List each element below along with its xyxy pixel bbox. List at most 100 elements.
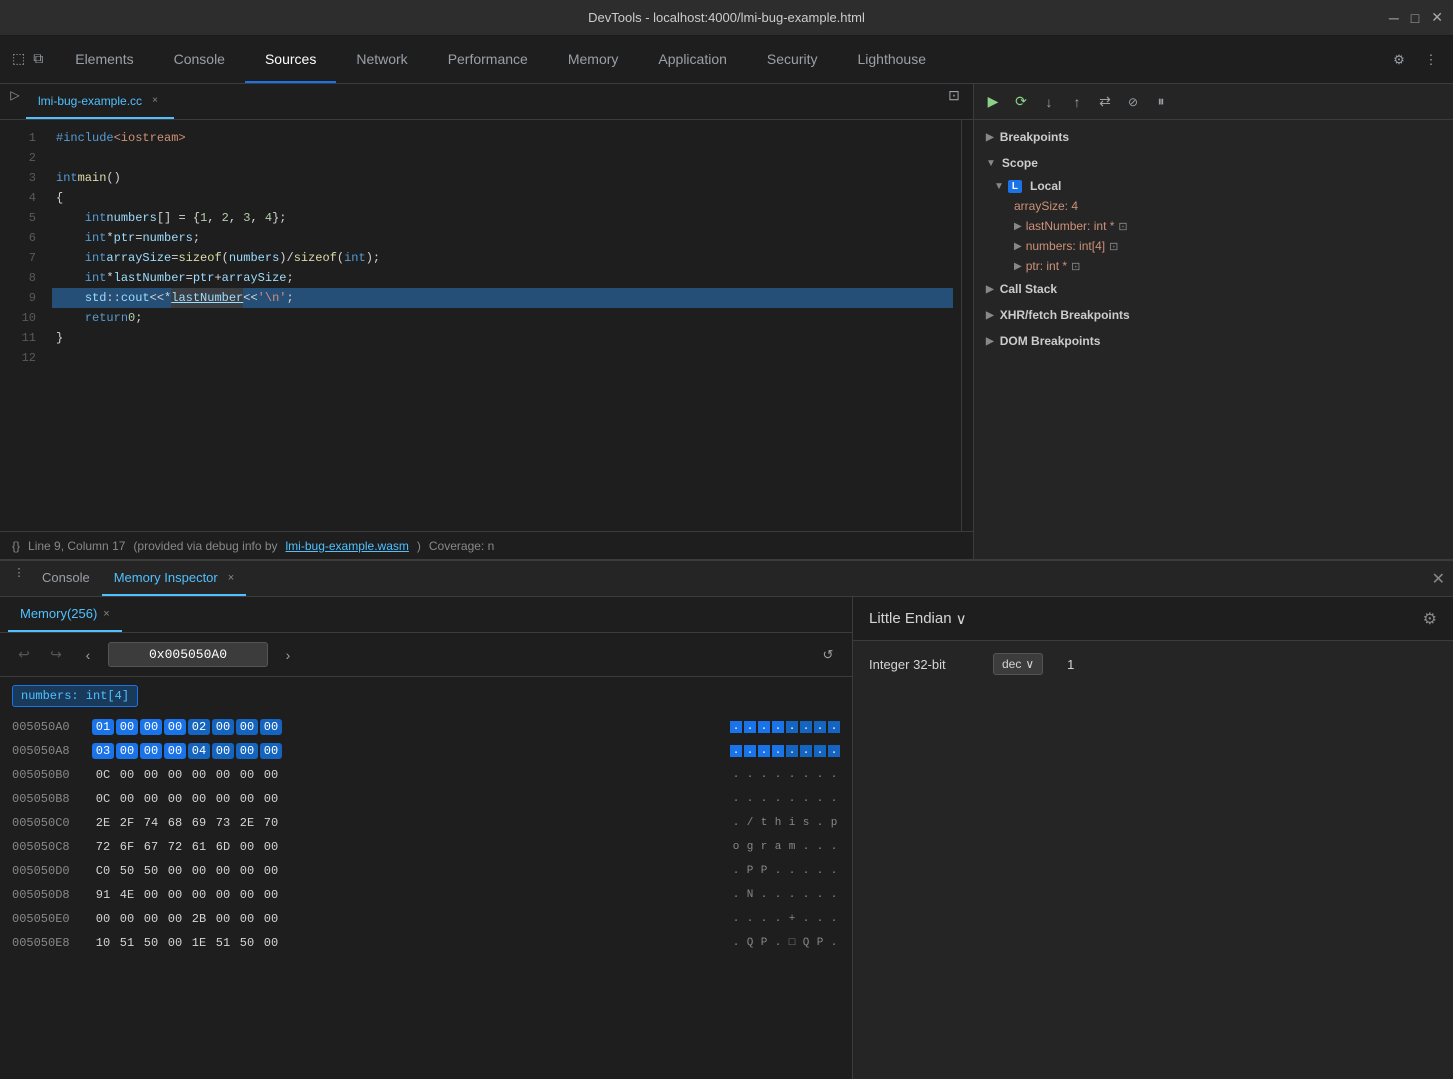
hex-byte[interactable]: 51 bbox=[212, 936, 234, 950]
memory-subtab-256[interactable]: Memory(256) × bbox=[8, 597, 122, 632]
hex-byte[interactable]: 73 bbox=[212, 816, 234, 830]
hex-byte[interactable]: 10 bbox=[92, 936, 114, 950]
arraysize-item[interactable]: arraySize: 4 bbox=[974, 196, 1453, 216]
tab-console-bottom[interactable]: Console bbox=[30, 561, 102, 596]
file-tab-close[interactable]: × bbox=[148, 94, 162, 108]
hex-byte[interactable]: 61 bbox=[188, 840, 210, 854]
numbers-item[interactable]: ▶ numbers: int[4] ⊡ bbox=[974, 236, 1453, 256]
tab-security[interactable]: Security bbox=[747, 36, 838, 83]
hex-byte[interactable]: 00 bbox=[236, 888, 258, 902]
tab-application[interactable]: Application bbox=[638, 36, 747, 83]
hex-byte[interactable]: 00 bbox=[236, 840, 258, 854]
hex-byte[interactable]: 00 bbox=[260, 719, 282, 735]
memory-refresh-button[interactable]: ↺ bbox=[816, 643, 840, 667]
hex-byte[interactable]: 00 bbox=[116, 792, 138, 806]
tab-lighthouse[interactable]: Lighthouse bbox=[837, 36, 946, 83]
callstack-section[interactable]: ▶ Call Stack bbox=[974, 276, 1453, 302]
scope-section[interactable]: ▼ Scope bbox=[974, 150, 1453, 176]
hex-byte[interactable]: 72 bbox=[92, 840, 114, 854]
hex-byte[interactable]: 03 bbox=[92, 743, 114, 759]
memory-inspector-close[interactable]: × bbox=[228, 572, 234, 584]
minimize-icon[interactable]: ─ bbox=[1389, 10, 1399, 26]
breakpoints-section[interactable]: ▶ Breakpoints bbox=[974, 124, 1453, 150]
hex-byte[interactable]: 00 bbox=[164, 743, 186, 759]
hex-byte[interactable]: 50 bbox=[236, 936, 258, 950]
hex-byte[interactable]: 00 bbox=[212, 792, 234, 806]
tab-elements[interactable]: Elements bbox=[55, 36, 153, 83]
tab-memory-inspector[interactable]: Memory Inspector × bbox=[102, 561, 246, 596]
hex-byte[interactable]: 00 bbox=[236, 792, 258, 806]
bottom-panel-toggle[interactable]: ⋮ bbox=[8, 561, 30, 583]
hex-byte[interactable]: 00 bbox=[116, 768, 138, 782]
resume-button[interactable]: ▶ bbox=[982, 91, 1004, 113]
hex-byte[interactable]: 00 bbox=[164, 768, 186, 782]
hex-byte[interactable]: 00 bbox=[164, 792, 186, 806]
hex-byte[interactable]: 0C bbox=[92, 792, 114, 806]
hex-byte[interactable]: 04 bbox=[188, 743, 210, 759]
hex-byte[interactable]: 50 bbox=[140, 936, 162, 950]
hex-byte[interactable]: 2B bbox=[188, 912, 210, 926]
tab-console[interactable]: Console bbox=[154, 36, 245, 83]
hex-byte[interactable]: 00 bbox=[260, 864, 282, 878]
memory-back-button[interactable]: ↩ bbox=[12, 643, 36, 667]
maximize-icon[interactable]: □ bbox=[1411, 10, 1419, 26]
hex-byte[interactable]: 2E bbox=[236, 816, 258, 830]
more-icon[interactable]: ⋮ bbox=[1417, 46, 1445, 74]
hex-byte[interactable]: 00 bbox=[236, 743, 258, 759]
hex-byte[interactable]: 00 bbox=[164, 719, 186, 735]
hex-byte[interactable]: 00 bbox=[164, 888, 186, 902]
hex-byte[interactable]: 70 bbox=[260, 816, 282, 830]
hex-byte[interactable]: 00 bbox=[236, 912, 258, 926]
hex-byte[interactable]: 00 bbox=[236, 864, 258, 878]
hex-byte[interactable]: 00 bbox=[212, 888, 234, 902]
hex-byte[interactable]: 50 bbox=[116, 864, 138, 878]
hex-byte[interactable]: 00 bbox=[188, 792, 210, 806]
dom-section[interactable]: ▶ DOM Breakpoints bbox=[974, 328, 1453, 354]
hex-byte[interactable]: 00 bbox=[212, 912, 234, 926]
cursor-icon[interactable]: ⬚ bbox=[12, 50, 25, 67]
hex-byte[interactable]: 74 bbox=[140, 816, 162, 830]
hex-byte[interactable]: 72 bbox=[164, 840, 186, 854]
hex-byte[interactable]: 00 bbox=[164, 864, 186, 878]
hex-byte[interactable]: 50 bbox=[140, 864, 162, 878]
hex-byte[interactable]: 00 bbox=[140, 743, 162, 759]
hex-byte[interactable]: 67 bbox=[140, 840, 162, 854]
hex-byte[interactable]: 00 bbox=[260, 936, 282, 950]
tab-performance[interactable]: Performance bbox=[428, 36, 548, 83]
hex-byte[interactable]: 00 bbox=[212, 719, 234, 735]
hex-byte[interactable]: 00 bbox=[188, 768, 210, 782]
memory-next-button[interactable]: › bbox=[276, 643, 300, 667]
code-content[interactable]: #include <iostream> int main() { int num… bbox=[48, 120, 961, 531]
deactivate-breakpoints[interactable]: ⊘ bbox=[1122, 91, 1144, 113]
hex-byte[interactable]: 00 bbox=[236, 719, 258, 735]
hex-byte[interactable]: 51 bbox=[116, 936, 138, 950]
hex-byte[interactable]: 00 bbox=[140, 912, 162, 926]
hex-byte[interactable]: 00 bbox=[260, 792, 282, 806]
settings-icon[interactable]: ⚙ bbox=[1385, 46, 1413, 74]
hex-byte[interactable]: 00 bbox=[260, 840, 282, 854]
pause-on-exception[interactable]: ⏸ bbox=[1150, 91, 1172, 113]
hex-byte[interactable]: 00 bbox=[140, 768, 162, 782]
hex-byte[interactable]: 0C bbox=[92, 768, 114, 782]
hex-byte[interactable]: 4E bbox=[116, 888, 138, 902]
hex-byte[interactable]: C0 bbox=[92, 864, 114, 878]
hex-byte[interactable]: 00 bbox=[116, 743, 138, 759]
hex-byte[interactable]: 00 bbox=[140, 719, 162, 735]
editor-scrollbar[interactable] bbox=[961, 120, 973, 531]
hex-byte[interactable]: 00 bbox=[164, 936, 186, 950]
hex-byte[interactable]: 2F bbox=[116, 816, 138, 830]
hex-byte[interactable]: 6D bbox=[212, 840, 234, 854]
hex-byte[interactable]: 00 bbox=[260, 768, 282, 782]
ptr-item[interactable]: ▶ ptr: int * ⊡ bbox=[974, 256, 1453, 276]
file-tab-main[interactable]: lmi-bug-example.cc × bbox=[26, 84, 174, 119]
hex-byte[interactable]: 00 bbox=[188, 888, 210, 902]
hex-byte[interactable]: 00 bbox=[164, 912, 186, 926]
memory-prev-button[interactable]: ‹ bbox=[76, 643, 100, 667]
bottom-panel-close[interactable]: ✕ bbox=[1432, 561, 1445, 596]
hex-byte[interactable]: 00 bbox=[116, 719, 138, 735]
hex-byte[interactable]: 91 bbox=[92, 888, 114, 902]
panel-toggle-icon[interactable]: ▷ bbox=[4, 84, 26, 106]
lastnumber-item[interactable]: ▶ lastNumber: int * ⊡ bbox=[974, 216, 1453, 236]
local-section[interactable]: ▼ L Local bbox=[974, 176, 1453, 196]
close-icon[interactable]: ✕ bbox=[1431, 9, 1443, 26]
